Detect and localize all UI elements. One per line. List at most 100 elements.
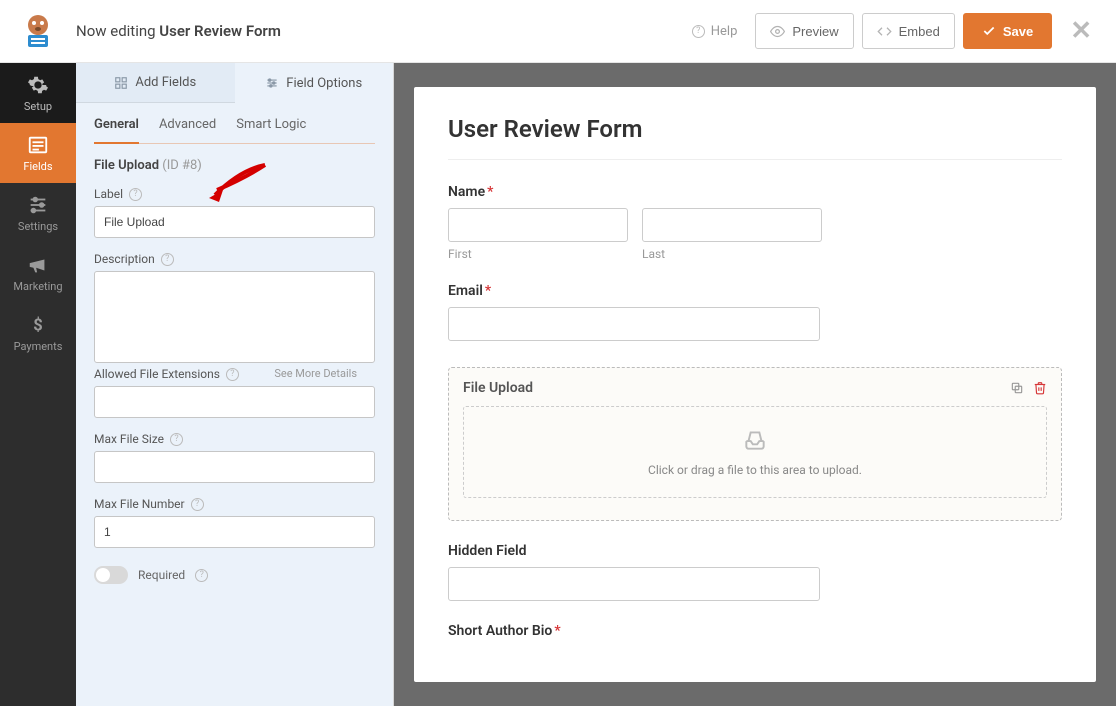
max-size-label: Max File Size [94,432,164,446]
nav-settings-label: Settings [18,220,58,233]
allowed-ext-input[interactable] [94,386,375,418]
code-icon [877,24,892,39]
description-input[interactable] [94,271,375,363]
tab-field-options[interactable]: Field Options [235,63,394,103]
help-label: Help [711,24,738,39]
last-name-sublabel: Last [642,247,822,261]
help-icon[interactable]: ? [226,368,239,381]
inbox-icon [742,427,768,453]
help-icon[interactable]: ? [161,253,174,266]
field-heading: File Upload (ID #8) [94,158,375,173]
help-icon[interactable]: ? [191,498,204,511]
required-toggle[interactable] [94,566,128,584]
check-icon [982,24,996,38]
required-label: Required [138,568,185,582]
dropzone-hint: Click or drag a file to this area to upl… [648,463,862,477]
embed-label: Embed [899,24,940,39]
field-id: (ID #8) [162,158,202,173]
hidden-field-row: Hidden Field [448,543,1062,601]
duplicate-icon[interactable] [1010,381,1024,395]
trash-icon[interactable] [1033,381,1047,395]
subtab-smart-logic[interactable]: Smart Logic [236,117,306,144]
description-label: Description [94,252,155,266]
upload-actions [1010,381,1047,395]
top-actions: ? Help Preview Embed Save ✕ [692,13,1116,49]
subtab-advanced[interactable]: Advanced [159,117,216,144]
required-row: Required ? [94,566,375,584]
hidden-label: Hidden Field [448,543,1062,559]
nav-setup-label: Setup [24,100,52,113]
form-preview: User Review Form Name* First Last Email*… [414,87,1096,682]
tab-field-options-label: Field Options [286,76,362,91]
embed-button[interactable]: Embed [862,13,955,49]
file-upload-field[interactable]: File Upload Click or drag a file to this… [448,367,1062,521]
close-button[interactable]: ✕ [1060,16,1102,46]
allowed-ext-label: Allowed File Extensions [94,367,220,381]
gear-icon [27,74,49,96]
tab-add-fields[interactable]: Add Fields [76,63,235,103]
field-type-name: File Upload [94,158,159,173]
upload-header: File Upload [463,380,1047,396]
help-icon[interactable]: ? [170,433,183,446]
nav-fields[interactable]: Fields [0,123,76,183]
name-label: Name* [448,184,1062,200]
canvas: User Review Form Name* First Last Email*… [394,63,1116,706]
sidebar-tabs: Add Fields Field Options [76,63,393,103]
max-size-label-row: Max File Size ? [94,432,375,446]
save-label: Save [1003,24,1033,39]
preview-button[interactable]: Preview [755,13,853,49]
editing-prefix: Now editing [76,22,159,40]
see-more-link[interactable]: See More Details [274,367,357,380]
help-icon[interactable]: ? [195,569,208,582]
preview-label: Preview [792,24,838,39]
first-name-input[interactable] [448,208,628,242]
upload-label: File Upload [463,380,533,396]
subtabs: General Advanced Smart Logic [76,103,393,144]
description-label-row: Description ? [94,252,375,266]
required-asterisk: * [487,184,493,200]
nav-payments[interactable]: $ Payments [0,303,76,363]
form-title: User Review Form [448,115,1062,160]
hidden-input[interactable] [448,567,820,601]
label-input[interactable] [94,206,375,238]
editing-label: Now editing User Review Form [76,22,281,40]
max-size-input[interactable] [94,451,375,483]
max-num-label-row: Max File Number ? [94,497,375,511]
tab-add-fields-label: Add Fields [135,75,196,90]
last-name-input[interactable] [642,208,822,242]
nav-marketing[interactable]: Marketing [0,243,76,303]
megaphone-icon [27,254,49,276]
panel-body: File Upload (ID #8) Label ? Description … [76,144,393,604]
bio-label: Short Author Bio* [448,623,1062,639]
help-icon[interactable]: ? [129,188,142,201]
required-asterisk: * [485,283,491,299]
nav-settings[interactable]: Settings [0,183,76,243]
max-num-input[interactable] [94,516,375,548]
nav-rail: Setup Fields Settings Marketing $ Paymen… [0,63,76,706]
email-row: Email* [448,283,1062,341]
save-button[interactable]: Save [963,13,1052,49]
grid-icon [114,76,128,90]
sliders-icon [27,194,49,216]
help-link[interactable]: ? Help [692,24,738,39]
app-logo [0,0,76,63]
label-label: Label [94,187,123,201]
sidebar: Add Fields Field Options General Advance… [76,63,394,706]
subtab-general[interactable]: General [94,117,139,144]
nav-payments-label: Payments [14,340,63,353]
help-icon: ? [692,25,705,38]
label-label-row: Label ? [94,187,375,201]
required-asterisk: * [554,623,560,639]
options-icon [265,76,279,90]
nav-fields-label: Fields [23,160,52,173]
svg-text:$: $ [33,316,42,335]
first-name-sublabel: First [448,247,628,261]
dropzone[interactable]: Click or drag a file to this area to upl… [463,406,1047,498]
email-label: Email* [448,283,1062,299]
nav-setup[interactable]: Setup [0,63,76,123]
name-fields: First Last [448,208,1062,261]
email-input[interactable] [448,307,820,341]
form-icon [27,134,49,156]
editing-form-name: User Review Form [159,22,281,40]
max-num-label: Max File Number [94,497,185,511]
